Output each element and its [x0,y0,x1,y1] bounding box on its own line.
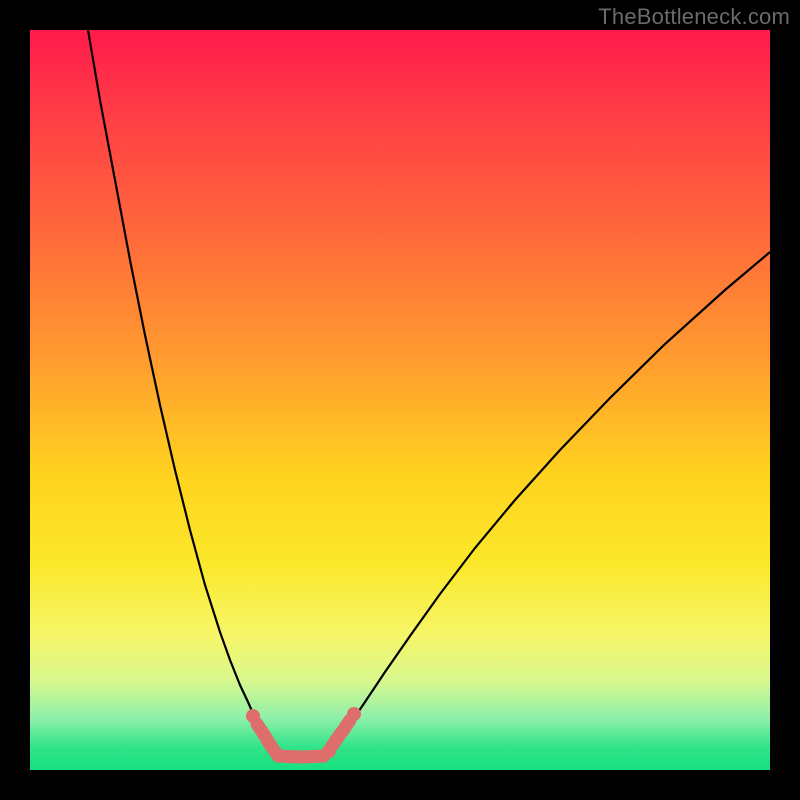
curve-layer [30,30,770,770]
watermark-text: TheBottleneck.com [598,4,790,30]
marker-pill [342,720,350,732]
curve-left [88,30,278,755]
plot-area [30,30,770,770]
curve-right [326,252,770,755]
marker-pill [302,756,324,757]
curve-markers [246,707,361,758]
chart-frame: TheBottleneck.com [0,0,800,800]
marker-dot [347,707,361,721]
